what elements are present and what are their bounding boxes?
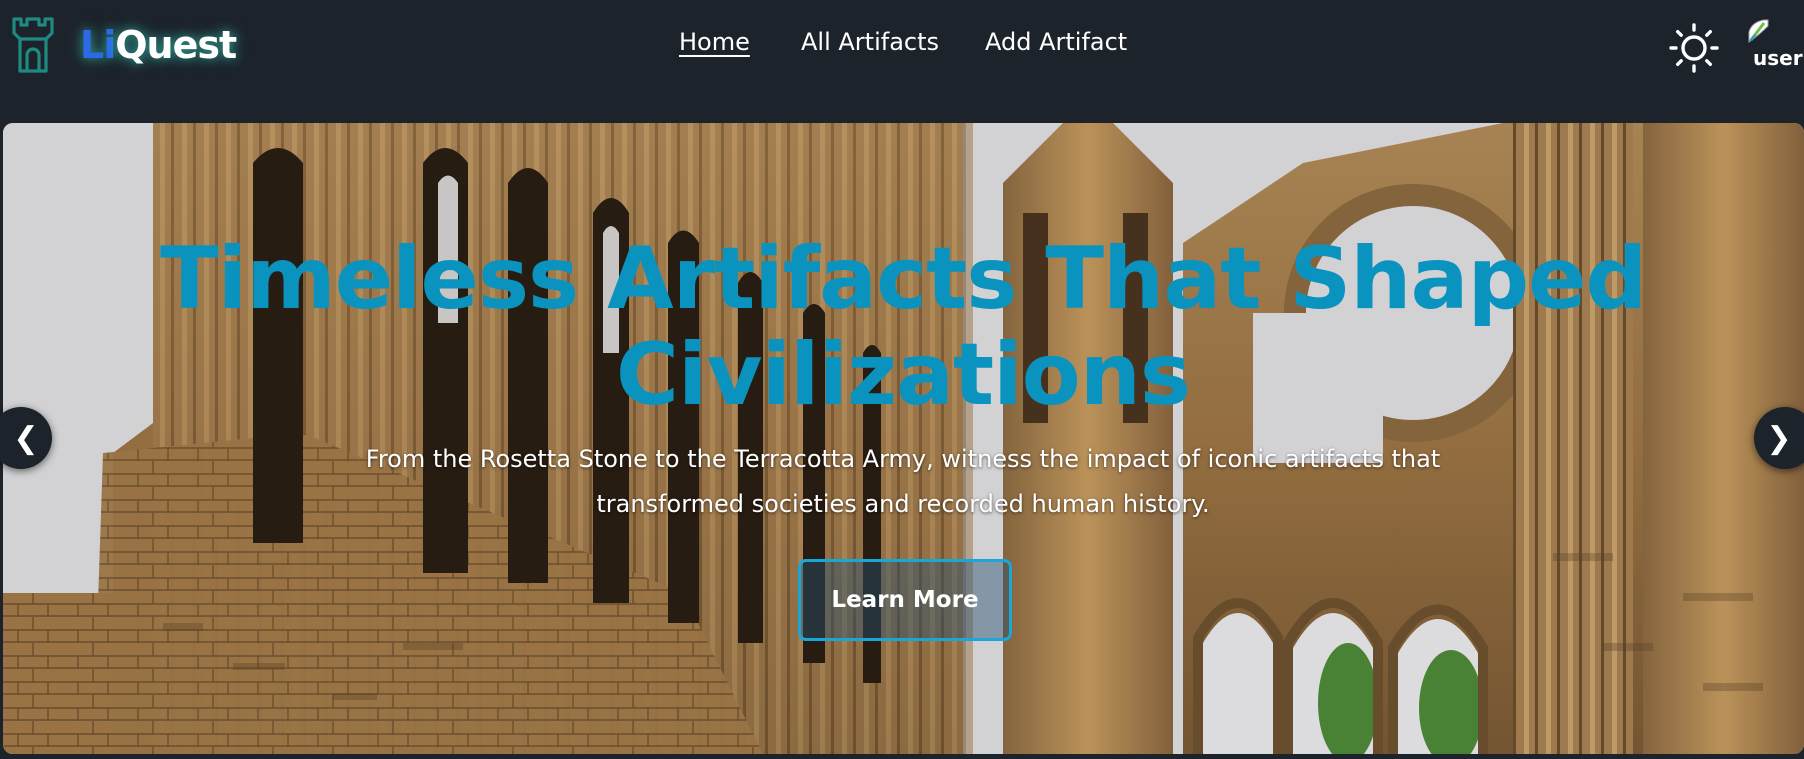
brand-name-quest: Quest xyxy=(115,23,237,67)
user-label: user xyxy=(1753,46,1803,70)
user-menu[interactable]: user xyxy=(1742,16,1803,76)
brand-logo[interactable]: LiQuest xyxy=(10,14,237,76)
nav-add-artifact[interactable]: Add Artifact xyxy=(985,28,1145,56)
castle-tower-icon xyxy=(12,17,54,73)
sun-icon[interactable] xyxy=(1668,22,1720,74)
hero-description: From the Rosetta Stone to the Terracotta… xyxy=(365,445,1441,518)
brand-name: LiQuest xyxy=(80,23,237,67)
hero-carousel: Timeless Artifacts That Shaped Civilizat… xyxy=(3,123,1804,754)
nav-all-artifacts[interactable]: All Artifacts xyxy=(801,28,951,56)
navbar: LiQuest Home All Artifacts Add Artifact … xyxy=(0,0,1804,96)
brand-name-li: Li xyxy=(80,23,116,67)
learn-more-button[interactable]: Learn More xyxy=(798,559,1012,641)
nav-home[interactable]: Home xyxy=(679,28,759,56)
hero-title: Timeless Artifacts That Shaped Civilizat… xyxy=(159,229,1647,425)
broken-image-icon xyxy=(1748,19,1769,43)
